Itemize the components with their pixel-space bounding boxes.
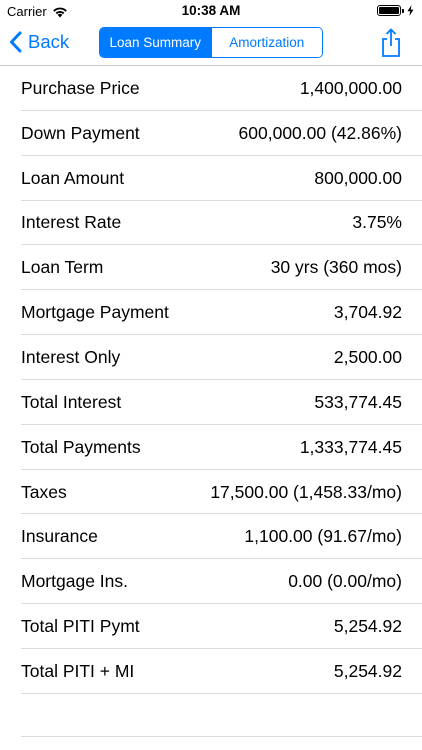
list-item: Interest Rate 3.75% <box>0 201 422 246</box>
list-item: Mortgage Ins. 0.00 (0.00/mo) <box>0 559 422 604</box>
row-label: Loan Term <box>21 257 104 278</box>
row-value: 1,400,000.00 <box>299 77 402 98</box>
row-value: 5,254.92 <box>333 616 402 637</box>
battery-level <box>379 7 399 14</box>
row-label: Mortgage Ins. <box>21 571 128 592</box>
row-value: 800,000.00 <box>314 167 402 188</box>
segment-loan-summary[interactable]: Loan Summary <box>100 28 211 57</box>
list-divider <box>21 736 422 737</box>
row-label: Total PITI + MI <box>21 660 135 681</box>
view-segmented-control: Loan Summary Amortization <box>99 27 323 58</box>
list-item: Purchase Price 1,400,000.00 <box>0 66 422 111</box>
list-item: Interest Only 2,500.00 <box>0 335 422 380</box>
row-label: Down Payment <box>21 122 140 143</box>
row-label: Interest Rate <box>21 212 122 233</box>
list-item: Total Payments 1,333,774.45 <box>0 425 422 470</box>
row-label: Total Payments <box>21 436 141 457</box>
back-label: Back <box>28 31 70 52</box>
share-icon[interactable] <box>380 28 402 58</box>
row-label: Taxes <box>21 481 67 502</box>
list-item: Mortgage Payment 3,704.92 <box>0 290 422 335</box>
row-value: 533,774.45 <box>314 391 402 412</box>
row-value: 2,500.00 <box>333 346 402 367</box>
row-value: 3,704.92 <box>333 302 402 323</box>
battery-cap <box>402 8 404 13</box>
row-label: Interest Only <box>21 346 121 367</box>
list-item: Total PITI Pymt 5,254.92 <box>0 604 422 649</box>
list-item: Taxes 17,500.00 (1,458.33/mo) <box>0 470 422 515</box>
chevron-left-icon <box>10 31 22 53</box>
list-item: Total PITI + MI 5,254.92 <box>0 649 422 694</box>
loan-summary-list: Purchase Price 1,400,000.00 Down Payment… <box>0 66 422 694</box>
row-label: Insurance <box>21 526 98 547</box>
list-item: Insurance 1,100.00 (91.67/mo) <box>0 514 422 560</box>
row-value: 1,100.00 (91.67/mo) <box>244 526 402 547</box>
row-label: Loan Amount <box>21 167 125 188</box>
list-item: Down Payment 600,000.00 (42.86%) <box>0 111 422 156</box>
row-value: 5,254.92 <box>333 660 402 681</box>
row-value: 0.00 (0.00/mo) <box>288 571 402 592</box>
status-right <box>377 5 414 16</box>
charging-bolt-icon <box>407 5 414 16</box>
row-value: 1,333,774.45 <box>299 436 402 457</box>
row-value: 30 yrs (360 mos) <box>270 257 402 278</box>
row-value: 17,500.00 (1,458.33/mo) <box>210 481 402 502</box>
list-item: Total Interest 533,774.45 <box>0 380 422 425</box>
clock-time: 10:38 AM <box>181 3 241 18</box>
row-label: Total PITI Pymt <box>21 616 140 637</box>
back-button[interactable]: Back <box>9 31 69 53</box>
battery-icon <box>377 5 401 16</box>
segment-amortization[interactable]: Amortization <box>210 28 322 57</box>
row-value: 600,000.00 (42.86%) <box>238 122 402 143</box>
row-label: Purchase Price <box>21 77 140 98</box>
row-label: Mortgage Payment <box>21 302 169 323</box>
list-item: Loan Amount 800,000.00 <box>0 156 422 201</box>
row-label: Total Interest <box>21 391 122 412</box>
list-item: Loan Term 30 yrs (360 mos) <box>0 245 422 291</box>
status-bar: Carrier 10:38 AM <box>0 0 422 22</box>
row-value: 3.75% <box>352 212 402 233</box>
navigation-bar: Back Loan Summary Amortization <box>0 22 422 66</box>
